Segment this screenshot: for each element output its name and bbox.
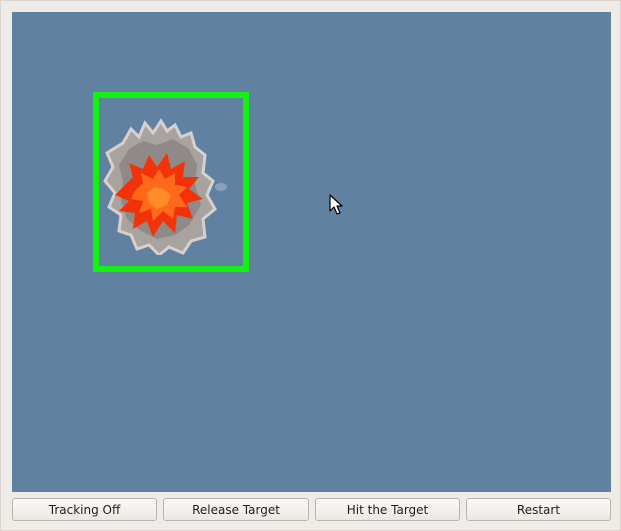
control-bar: Tracking Off Release Target Hit the Targ…: [12, 498, 611, 522]
release-target-button[interactable]: Release Target: [163, 498, 309, 521]
explosion-icon: [103, 118, 227, 255]
tracking-toggle-button[interactable]: Tracking Off: [12, 498, 157, 521]
mouse-cursor-icon: [329, 194, 343, 215]
restart-button[interactable]: Restart: [466, 498, 611, 521]
game-window: Tracking Off Release Target Hit the Targ…: [0, 0, 621, 531]
hit-target-button[interactable]: Hit the Target: [315, 498, 460, 521]
game-canvas[interactable]: [12, 12, 611, 492]
